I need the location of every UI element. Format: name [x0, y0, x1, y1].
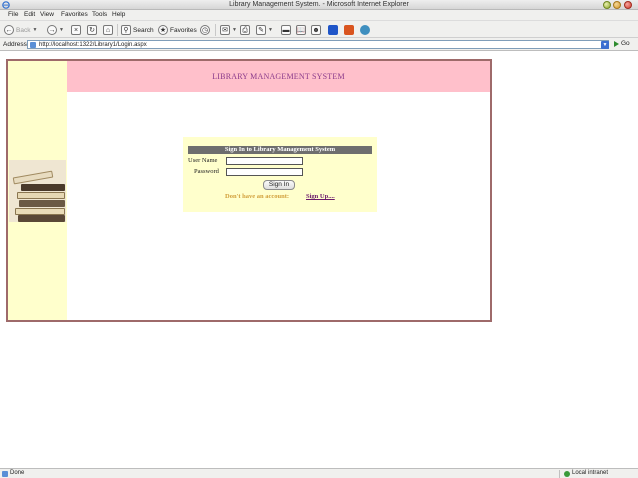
home-icon: ⌂: [103, 25, 113, 35]
network-icon: [360, 25, 370, 35]
addon-icon: [344, 25, 354, 35]
open-book: [12, 170, 54, 185]
go-arrow-icon: [614, 40, 619, 47]
toolbar: ← Back ▼ → ▼ × ↻ ⌂ ⚲ Search ★ Favorites …: [0, 20, 638, 38]
messenger-icon: ☻: [311, 25, 321, 35]
status-divider: [559, 470, 560, 478]
side-column: [8, 61, 67, 320]
star-icon: ★: [158, 25, 168, 35]
address-url: http://localhost:1322/Library1/Login.asp…: [39, 42, 147, 48]
status-text: Done: [10, 470, 25, 476]
sign-in-button[interactable]: Sign In: [263, 180, 295, 190]
bluetooth-button[interactable]: [328, 24, 338, 36]
address-label: Address: [3, 41, 27, 48]
edit-page-icon: ✎: [256, 25, 266, 35]
page-content: LIBRARY MANAGEMENT SYSTEM Sign In to Lib…: [0, 52, 638, 468]
go-label: Go: [621, 40, 630, 47]
window-title: Library Management System. - Microsoft I…: [229, 1, 409, 8]
discuss-button[interactable]: ▬: [281, 24, 291, 36]
menu-help[interactable]: Help: [112, 11, 125, 18]
book-spine: [21, 184, 65, 191]
menu-edit[interactable]: Edit: [24, 11, 35, 18]
menu-view[interactable]: View: [40, 11, 54, 18]
back-button[interactable]: ← Back ▼: [4, 24, 37, 36]
dropdown-arrow-icon: ▼: [268, 27, 273, 33]
password-label: Password: [194, 168, 219, 175]
history-icon: ◷: [200, 25, 210, 35]
print-button[interactable]: ⎙: [240, 24, 250, 36]
research-button[interactable]: 📖: [296, 24, 306, 36]
book-spine: [19, 200, 65, 207]
book-spine: [18, 215, 65, 222]
menu-favorites[interactable]: Favorites: [61, 11, 88, 18]
username-label: User Name: [188, 157, 218, 164]
dropdown-arrow-icon: ▼: [59, 27, 64, 33]
address-dropdown-button[interactable]: ▼: [601, 41, 609, 49]
address-bar: Address http://localhost:1322/Library1/L…: [0, 38, 638, 51]
bluetooth-icon: [328, 25, 338, 35]
title-bar: Library Management System. - Microsoft I…: [0, 0, 638, 10]
menu-bar: File Edit View Favorites Tools Help: [0, 10, 638, 20]
mail-icon: ✉: [220, 25, 230, 35]
login-heading: Sign In to Library Management System: [188, 146, 372, 154]
favorites-label: Favorites: [170, 26, 197, 34]
status-bar: Done Local intranet: [0, 468, 638, 478]
forward-arrow-icon: →: [47, 25, 57, 35]
messenger-button[interactable]: ☻: [311, 24, 321, 36]
toolbar-separator: [215, 24, 216, 36]
username-input[interactable]: [226, 157, 303, 165]
home-button[interactable]: ⌂: [103, 24, 113, 36]
dropdown-arrow-icon: ▼: [32, 27, 38, 33]
discuss-icon: ▬: [281, 25, 291, 35]
address-input[interactable]: http://localhost:1322/Library1/Login.asp…: [27, 40, 609, 49]
menu-tools[interactable]: Tools: [92, 11, 107, 18]
print-icon: ⎙: [240, 25, 250, 35]
refresh-button[interactable]: ↻: [87, 24, 97, 36]
page-icon: [30, 42, 36, 48]
book-spine: [15, 208, 65, 215]
header-banner: LIBRARY MANAGEMENT SYSTEM: [67, 61, 490, 92]
page-frame: LIBRARY MANAGEMENT SYSTEM Sign In to Lib…: [6, 59, 492, 322]
go-button[interactable]: Go: [614, 40, 630, 47]
password-input[interactable]: [226, 168, 303, 176]
sign-up-link[interactable]: Sign Up....: [306, 193, 335, 200]
network-button[interactable]: [360, 24, 370, 36]
books-image: [9, 160, 66, 222]
edit-button[interactable]: ✎ ▼: [256, 24, 273, 36]
stop-button[interactable]: ×: [71, 24, 81, 36]
security-zone-text: Local intranet: [572, 470, 609, 476]
close-window-button[interactable]: [624, 1, 632, 9]
menu-file[interactable]: File: [8, 11, 18, 18]
intranet-zone-icon: [564, 471, 570, 477]
dropdown-arrow-icon: ▼: [232, 27, 237, 33]
refresh-icon: ↻: [87, 25, 97, 35]
login-panel: Sign In to Library Management System Use…: [183, 137, 377, 212]
forward-button[interactable]: → ▼: [47, 24, 64, 36]
minimize-button[interactable]: [603, 1, 611, 9]
site-title: LIBRARY MANAGEMENT SYSTEM: [212, 72, 345, 81]
back-label: Back: [16, 26, 31, 34]
history-button[interactable]: ◷: [200, 24, 210, 36]
mail-button[interactable]: ✉ ▼: [220, 24, 237, 36]
page-done-icon: [2, 471, 8, 477]
stop-icon: ×: [71, 25, 81, 35]
maximize-button[interactable]: [613, 1, 621, 9]
toolbar-separator: [117, 24, 118, 36]
search-button[interactable]: ⚲ Search: [121, 24, 154, 36]
back-arrow-icon: ←: [4, 25, 14, 35]
search-label: Search: [133, 26, 154, 34]
addon-button[interactable]: [344, 24, 354, 36]
no-account-text: Don't have an account:: [225, 193, 290, 200]
favorites-button[interactable]: ★ Favorites: [158, 24, 197, 36]
search-icon: ⚲: [121, 25, 131, 35]
research-icon: 📖: [296, 25, 306, 35]
book-spine: [17, 192, 65, 199]
